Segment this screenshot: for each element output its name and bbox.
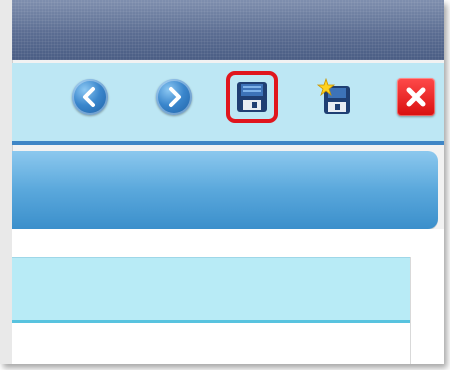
- content-panel: [12, 257, 411, 364]
- application-window: [0, 0, 444, 364]
- save-as-button[interactable]: [309, 71, 361, 123]
- save-highlight-frame: [226, 71, 278, 123]
- forward-button[interactable]: [148, 71, 200, 123]
- window-titlebar: [12, 0, 444, 60]
- chevron-right-icon: [156, 79, 192, 115]
- back-button[interactable]: [64, 71, 116, 123]
- toolbar: [12, 63, 444, 145]
- close-icon: [397, 78, 435, 116]
- chevron-left-icon: [72, 79, 108, 115]
- panel-header: [12, 257, 410, 323]
- floppy-disk-star-icon: [316, 78, 354, 116]
- close-button[interactable]: [390, 71, 442, 123]
- ribbon-header-bar: [12, 151, 438, 229]
- save-button[interactable]: [226, 71, 278, 123]
